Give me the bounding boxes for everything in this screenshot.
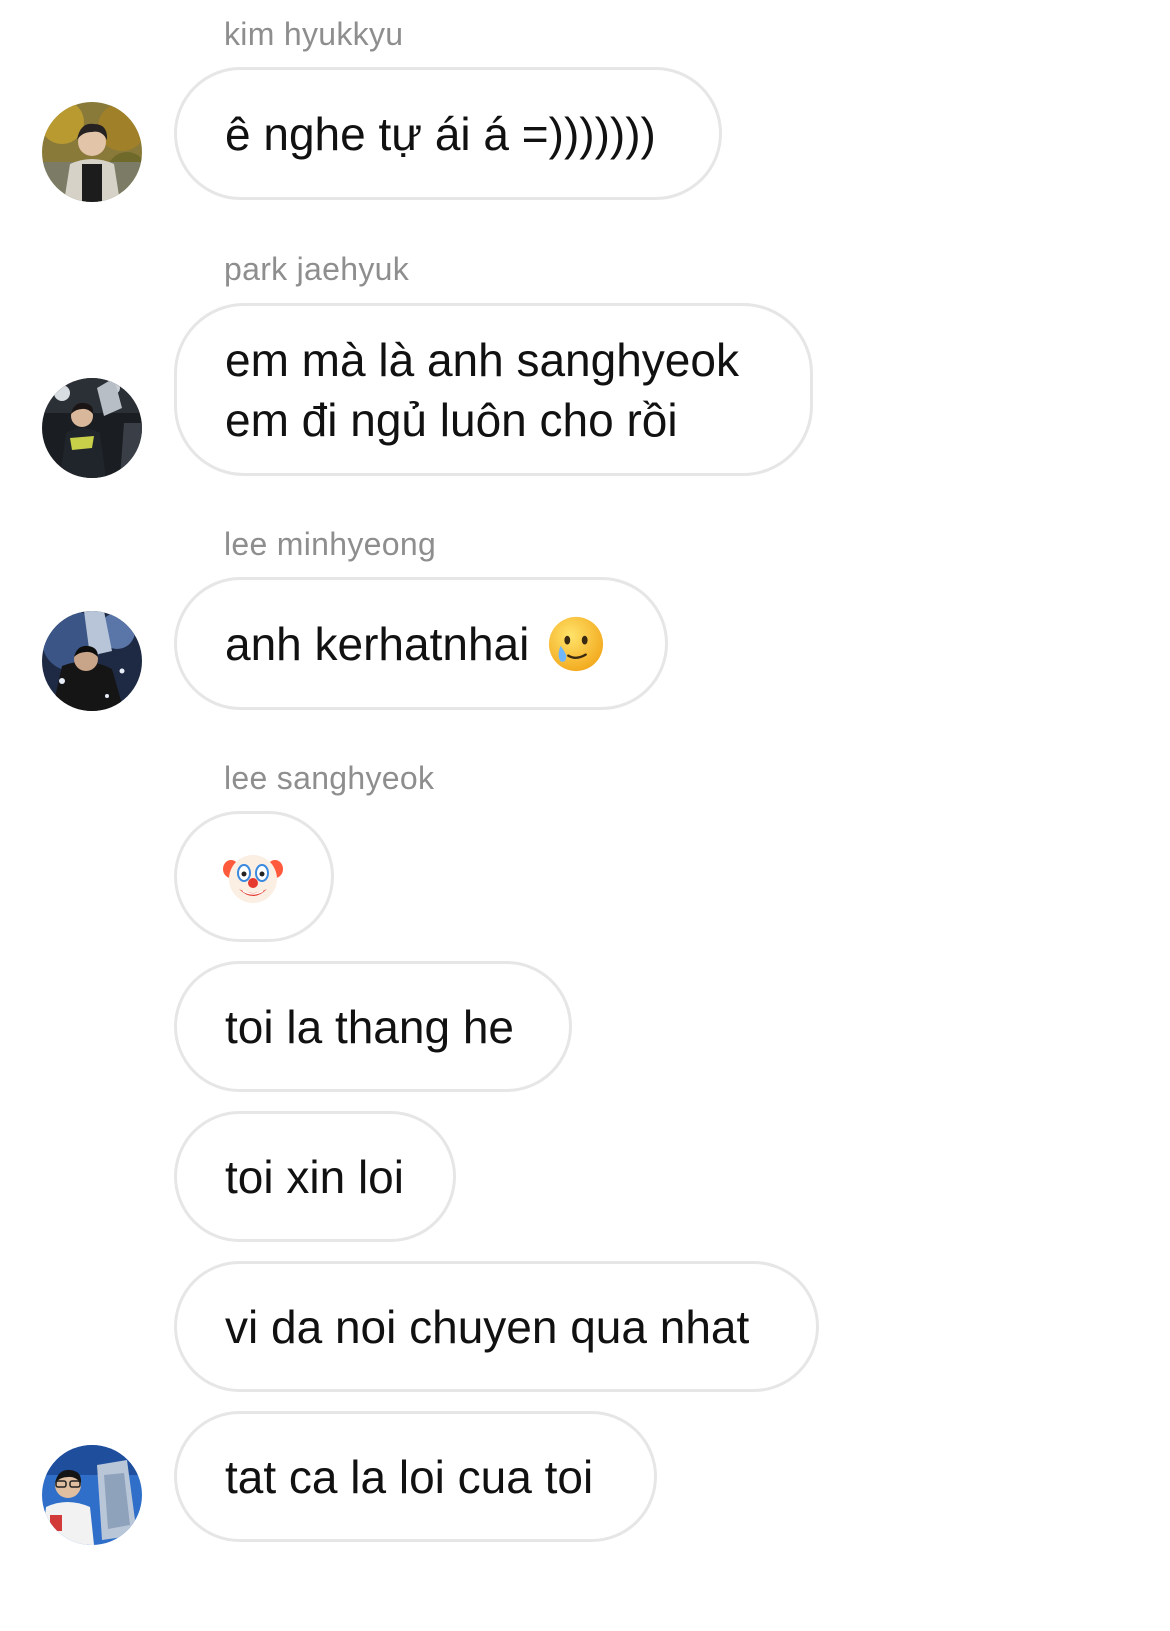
message-bubble[interactable]: tat ca la loi cua toi [174, 1411, 657, 1542]
sender-name: kim hyukkyu [224, 16, 404, 52]
avatar-image [42, 378, 142, 478]
sad-but-relieved-face-icon [547, 615, 605, 673]
message-text-line: em đi ngủ luôn cho rồi [225, 393, 678, 446]
sender-name: lee minhyeong [224, 526, 437, 562]
message-text: toi la thang he [225, 1000, 515, 1053]
avatar-image [42, 102, 142, 202]
message-text: ê nghe tự ái á =))))))) [225, 107, 656, 160]
avatar-image [42, 611, 142, 711]
avatar-kim-hyukkyu[interactable] [42, 102, 142, 202]
message-bubble[interactable]: em mà là anh sanghyeok em đi ngủ luôn ch… [174, 303, 813, 476]
message-bubble[interactable]: toi xin loi [174, 1111, 456, 1242]
sender-name: park jaehyuk [224, 251, 410, 287]
message-text: anh kerhatnhai [225, 617, 530, 670]
message-bubble-emoji[interactable] [174, 811, 334, 942]
message-bubble[interactable]: ê nghe tự ái á =))))))) [174, 67, 722, 200]
avatar-image [42, 1445, 142, 1545]
message-text: tat ca la loi cua toi [225, 1450, 594, 1503]
message-bubble[interactable]: anh kerhatnhai [174, 577, 668, 710]
message-text: toi xin loi [225, 1150, 404, 1203]
avatar-park-jaehyuk[interactable] [42, 378, 142, 478]
clown-face-icon [223, 846, 283, 908]
message-bubble[interactable]: toi la thang he [174, 961, 572, 1092]
avatar-lee-minhyeong[interactable] [42, 611, 142, 711]
sender-name: lee sanghyeok [224, 760, 435, 796]
avatar-lee-sanghyeok[interactable] [42, 1445, 142, 1545]
message-text-line: em mà là anh sanghyeok [225, 333, 739, 386]
message-bubble[interactable]: vi da noi chuyen qua nhat [174, 1261, 819, 1392]
message-text: vi da noi chuyen qua nhat [225, 1300, 750, 1353]
